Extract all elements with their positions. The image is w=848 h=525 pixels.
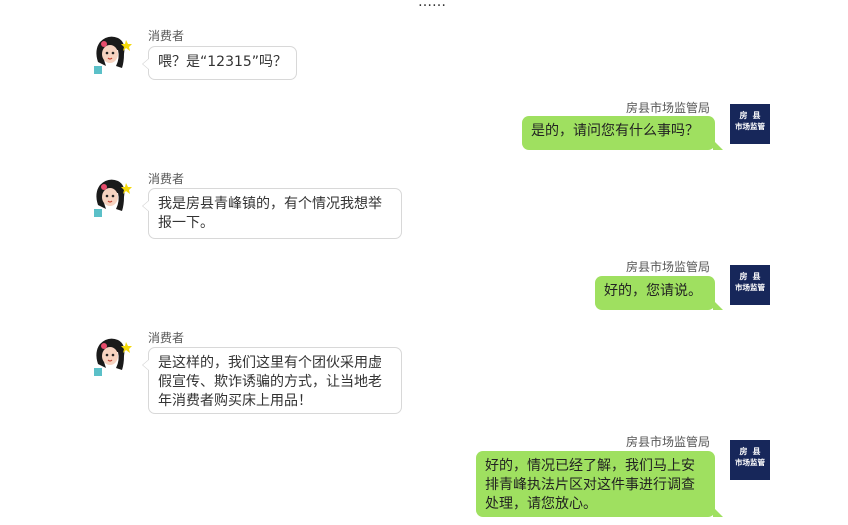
logo-text-line2: 市场监管 — [735, 122, 765, 131]
consumer-avatar-icon — [94, 179, 132, 217]
message-text: 好的，您请说。 — [604, 283, 702, 299]
consumer-avatar-icon — [94, 36, 132, 74]
logo-text-line1: 房县 — [739, 447, 766, 456]
sender-name: 消费者 — [148, 172, 185, 186]
sender-name: 消费者 — [148, 331, 185, 345]
message-bubble: 喂？是“12315”吗？ — [141, 46, 298, 80]
message-bubble: 是的，请问您有什么事吗？ — [522, 116, 723, 150]
consumer-avatar-icon — [94, 338, 132, 376]
logo-text-line2: 市场监管 — [735, 458, 765, 467]
message-text-line: 我是房县青峰镇的，有个情况我想举 — [158, 196, 382, 212]
message-bubble: 好的，您请说。 — [595, 276, 723, 310]
bureau-logo-avatar: 房县 市场监管 — [730, 440, 770, 480]
message-text-line: 假宣传、欺诈诱骗的方式，让当地老 — [158, 374, 382, 390]
message-bubble: 是这样的，我们这里有个团伙采用虚 假宣传、欺诈诱骗的方式，让当地老 年消费者购买… — [142, 347, 402, 414]
bureau-logo-avatar: 房县 市场监管 — [730, 265, 770, 305]
sender-name: 房县市场监管局 — [626, 260, 711, 274]
sender-name: 消费者 — [148, 29, 185, 43]
logo-text-line2: 市场监管 — [735, 283, 765, 292]
sender-name: 房县市场监管局 — [626, 101, 711, 115]
bureau-logo-avatar: 房县 市场监管 — [730, 104, 770, 144]
message-text-line: 排青峰执法片区对这件事进行调查 — [485, 477, 695, 493]
message-text: 是的，请问您有什么事吗？ — [531, 123, 699, 139]
sender-name: 房县市场监管局 — [626, 435, 711, 449]
message-text-line: 年消费者购买床上用品！ — [158, 393, 312, 409]
chat-page: …… 消费者 喂？是“12315”吗？ 房县市场监管局 房县 市场监管 是的，请… — [0, 0, 848, 525]
message-bubble: 好的，情况已经了解，我们马上安 排青峰执法片区对这件事进行调查 处理，请您放心。 — [476, 451, 723, 517]
message-text: 喂？是“12315”吗？ — [158, 54, 288, 70]
message-text-line: 好的，情况已经了解，我们马上安 — [485, 458, 695, 474]
message-text-line: 是这样的，我们这里有个团伙采用虚 — [158, 355, 382, 371]
logo-text-line1: 房县 — [739, 111, 766, 120]
message-text-line: 处理，请您放心。 — [485, 496, 597, 512]
message-text-line: 报一下。 — [158, 215, 214, 231]
more-history-indicator: …… — [418, 0, 446, 10]
logo-text-line1: 房县 — [739, 272, 766, 281]
message-bubble: 我是房县青峰镇的，有个情况我想举 报一下。 — [142, 188, 402, 239]
